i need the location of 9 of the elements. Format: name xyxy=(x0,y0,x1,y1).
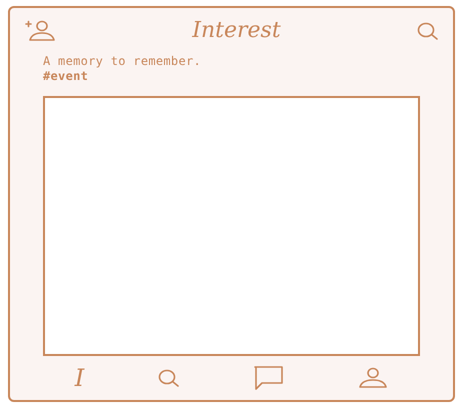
logo-tab[interactable]: I xyxy=(74,366,84,390)
search-icon[interactable] xyxy=(158,368,180,388)
app-title: Interest xyxy=(192,20,281,42)
search-icon[interactable] xyxy=(416,21,439,41)
profile-icon[interactable] xyxy=(358,367,388,389)
post-caption: A memory to remember. xyxy=(43,54,202,69)
hashtag[interactable]: #event xyxy=(43,69,88,84)
add-user-icon[interactable] xyxy=(24,20,56,42)
chat-bubble-icon[interactable] xyxy=(252,365,285,391)
